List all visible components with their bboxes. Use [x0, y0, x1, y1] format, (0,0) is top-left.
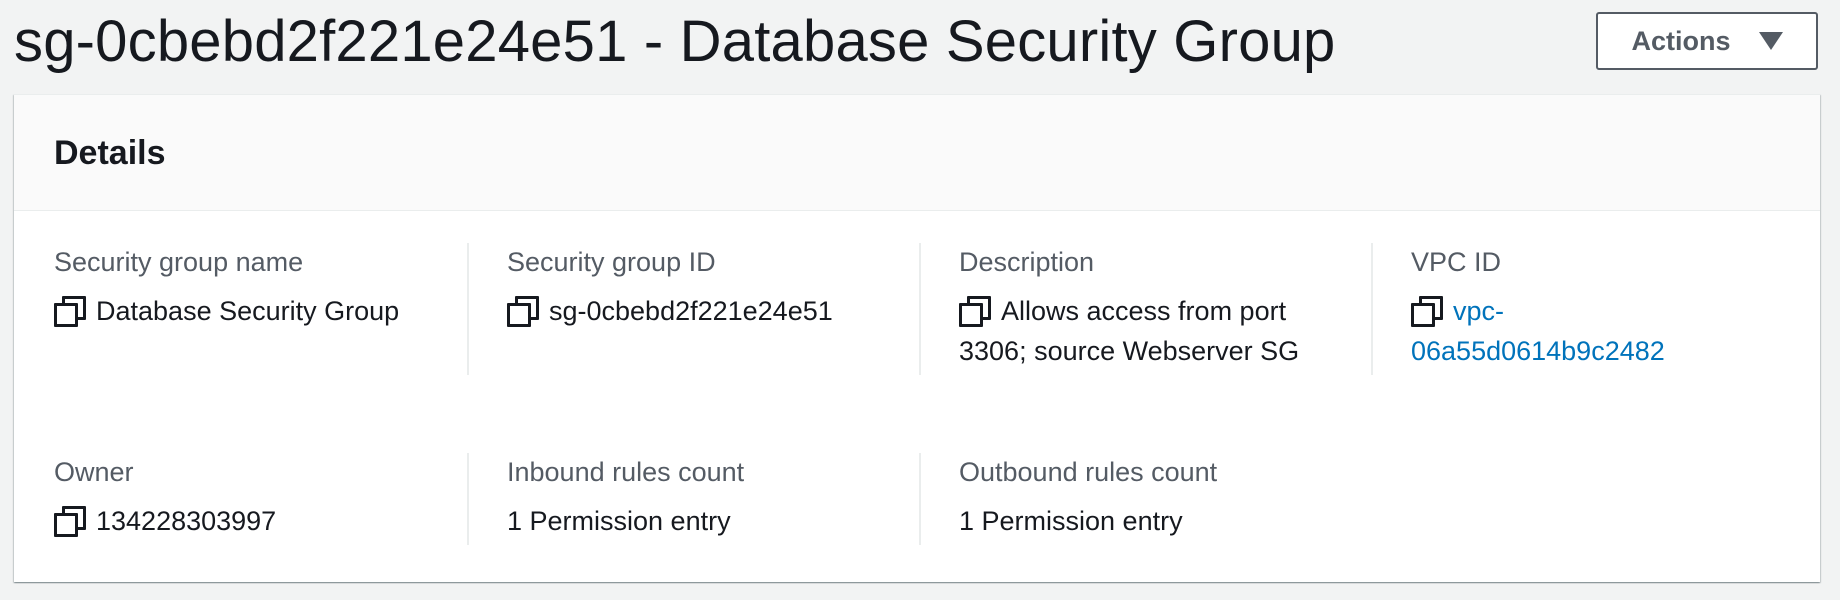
field-value: Allows access from port 3306; source Web… [959, 291, 1359, 371]
field-vpc-id: VPC ID vpc- 06a55d0614b9c2482 [1371, 243, 1791, 375]
caret-down-icon [1758, 32, 1783, 50]
actions-dropdown-button[interactable]: Actions [1596, 12, 1818, 70]
field-value: 134228303997 [54, 501, 454, 541]
description-value-line1: Allows access from port [1001, 296, 1287, 326]
security-group-name-value: Database Security Group [96, 296, 400, 326]
field-outbound-rules-count: Outbound rules count 1 Permission entry [919, 453, 1359, 545]
vpc-id-value-line2: 06a55d0614b9c2482 [1411, 336, 1665, 366]
details-panel-header: Details [14, 95, 1820, 211]
field-value: sg-0cbebd2f221e24e51 [507, 291, 907, 331]
copy-icon[interactable] [507, 296, 539, 327]
page-header: sg-0cbebd2f221e24e51 - Database Security… [0, 0, 1840, 88]
security-group-id-value: sg-0cbebd2f221e24e51 [549, 296, 833, 326]
copy-icon[interactable] [54, 506, 86, 537]
page-title: sg-0cbebd2f221e24e51 - Database Security… [14, 9, 1336, 74]
field-security-group-id: Security group ID sg-0cbebd2f221e24e51 [467, 243, 907, 375]
field-value: vpc- 06a55d0614b9c2482 [1411, 291, 1791, 371]
actions-button-label: Actions [1631, 25, 1731, 56]
field-label: VPC ID [1411, 247, 1502, 277]
field-label: Outbound rules count [959, 457, 1218, 487]
field-owner: Owner 134228303997 [54, 453, 454, 541]
field-label: Description [959, 247, 1095, 277]
field-security-group-name: Security group name Database Security Gr… [54, 243, 454, 331]
field-label: Inbound rules count [507, 457, 745, 487]
field-label: Security group ID [507, 247, 716, 277]
field-value: Database Security Group [54, 291, 454, 331]
vpc-id-link[interactable]: vpc- 06a55d0614b9c2482 [1411, 296, 1665, 366]
field-inbound-rules-count: Inbound rules count 1 Permission entry [467, 453, 907, 545]
inbound-rules-count-value: 1 Permission entry [507, 506, 731, 536]
field-description: Description Allows access from port 3306… [919, 243, 1359, 375]
details-panel: Details Security group name Database Sec… [14, 94, 1820, 582]
owner-value: 134228303997 [96, 506, 277, 536]
copy-icon[interactable] [54, 296, 86, 327]
copy-icon[interactable] [1411, 296, 1443, 327]
description-value-line2: 3306; source Webserver SG [959, 336, 1300, 366]
copy-icon[interactable] [959, 296, 991, 327]
outbound-rules-count-value: 1 Permission entry [959, 506, 1183, 536]
field-label: Security group name [54, 247, 304, 277]
vpc-id-value-line1: vpc- [1453, 296, 1505, 326]
field-label: Owner [54, 457, 134, 487]
details-title: Details [54, 134, 166, 172]
